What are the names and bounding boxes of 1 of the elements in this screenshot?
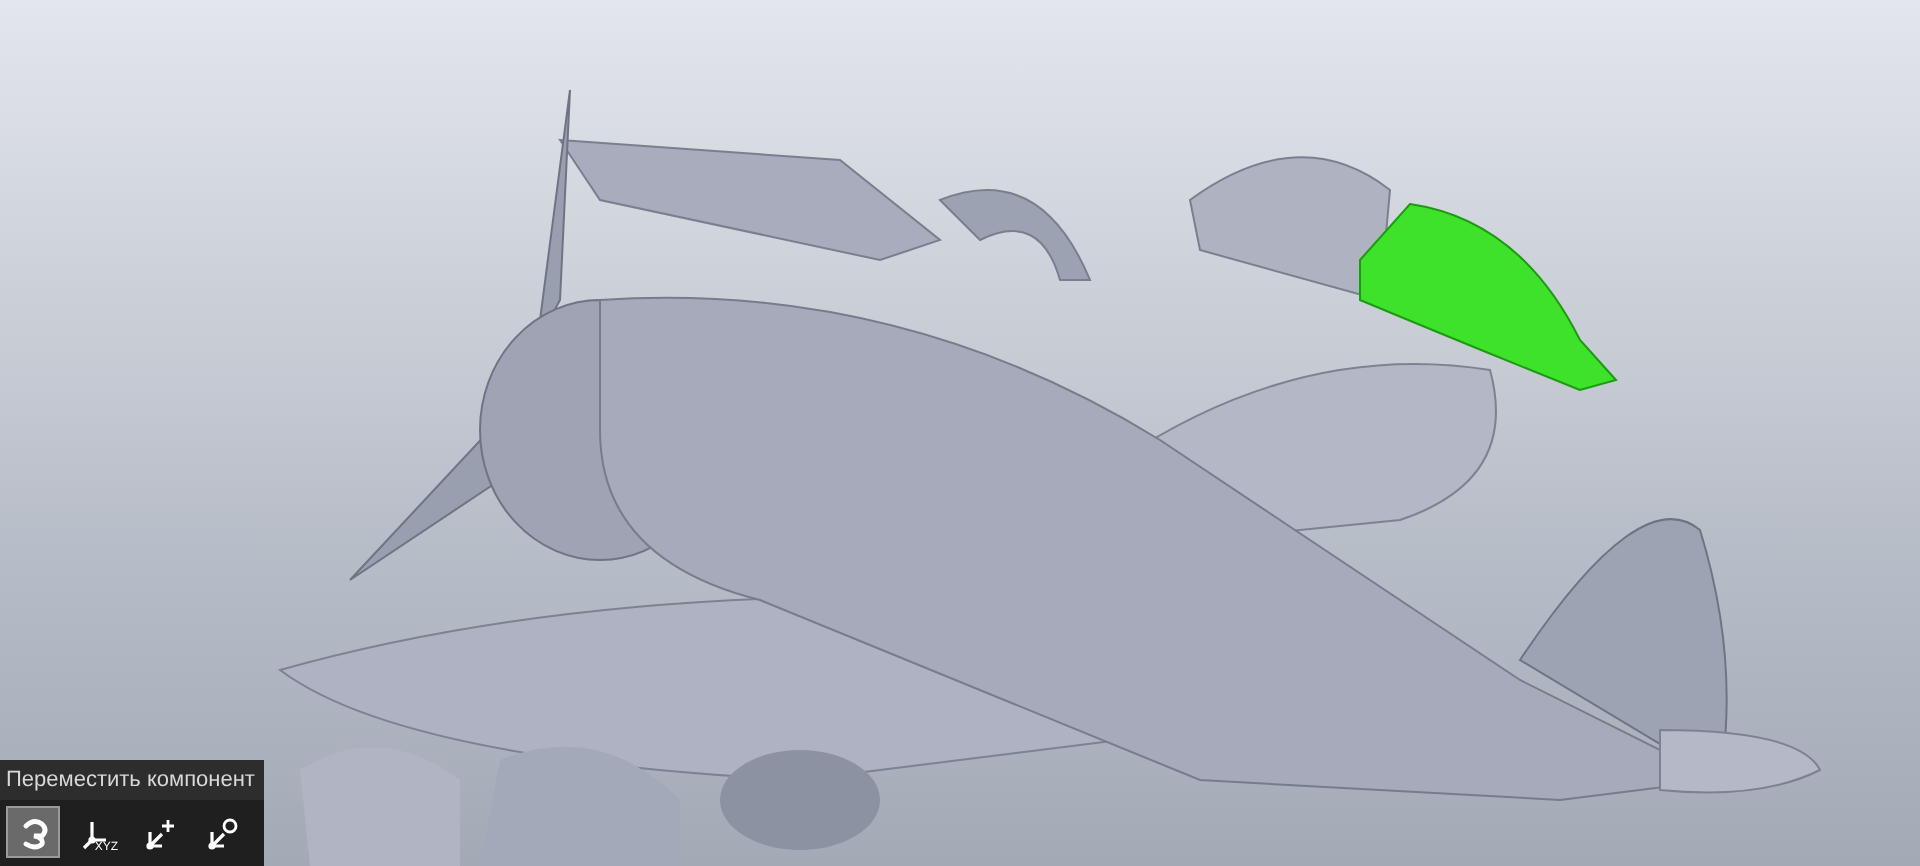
toolbar-title: Переместить компонент: [0, 759, 264, 800]
